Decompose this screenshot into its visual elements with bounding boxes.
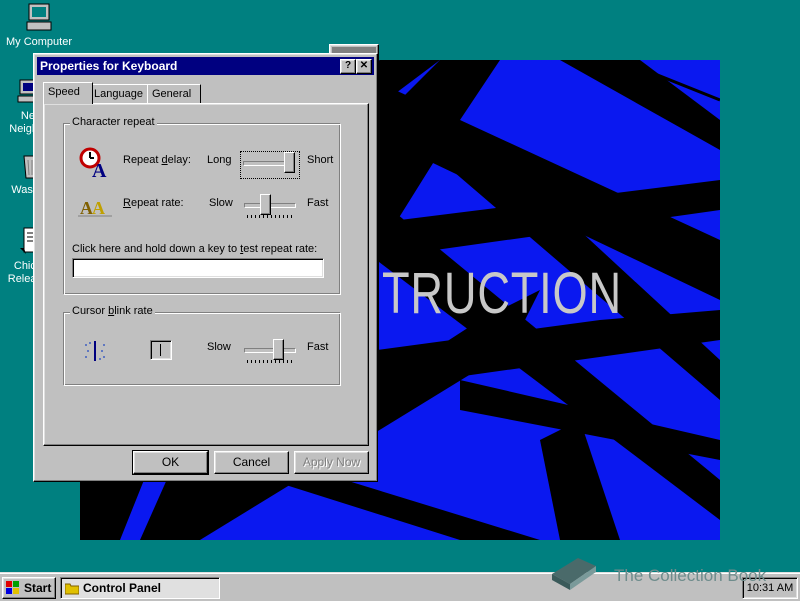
repeat-test-input[interactable] — [72, 258, 324, 278]
book-icon — [548, 552, 600, 592]
windows-logo-icon — [6, 581, 20, 595]
button-label: OK — [161, 455, 180, 469]
repeat-delay-min-label: Long — [207, 154, 232, 166]
label-part: epeat rate: — [130, 197, 184, 209]
cancel-button[interactable]: Cancel — [214, 451, 289, 474]
repeat-delay-max-label: Short — [307, 154, 334, 166]
slider-track — [244, 348, 296, 353]
repeat-rate-max-label: Fast — [307, 197, 329, 209]
group-title: Cursor blink rate — [70, 305, 155, 317]
character-repeat-group: Character repeat A Repeat delay: Long Sh… — [63, 116, 341, 295]
desktop-icon-my-computer[interactable]: My Computer — [2, 2, 76, 48]
dialog-title: Properties for Keyboard — [40, 59, 178, 73]
label-part: est repeat rate: — [243, 243, 318, 255]
keyboard-properties-dialog: Properties for Keyboard ? ✕ Speed Langua… — [33, 53, 378, 482]
help-icon: ? — [344, 60, 352, 71]
cursor-blink-animation-icon — [80, 339, 112, 363]
folder-icon — [64, 581, 80, 595]
desktop-icon-label: My Computer — [5, 36, 73, 48]
tab-label: Language — [94, 88, 143, 100]
tab-speed[interactable]: Speed — [43, 82, 93, 104]
tab-general[interactable]: General — [147, 84, 201, 103]
blinking-cursor — [160, 344, 161, 356]
tab-language[interactable]: Language — [89, 84, 151, 103]
slider-ticks — [247, 360, 293, 363]
wallpaper-text: TRUCTION — [382, 261, 622, 326]
label-part: Repeat — [123, 154, 162, 166]
start-label: Start — [24, 581, 52, 595]
cursor-blink-group: Cursor blink rate Slow Fast — [63, 305, 341, 386]
cursor-blink-max-label: Fast — [307, 341, 329, 353]
button-label: Apply Now — [302, 455, 361, 469]
tab-label: Speed — [48, 86, 80, 98]
repeat-delay-icon: A — [78, 146, 112, 182]
test-repeat-prompt: Click here and hold down a key to test r… — [72, 243, 317, 255]
label-part: elay: — [167, 154, 191, 166]
slider-ticks — [247, 215, 293, 218]
label-part: Click here and hold down a key to — [72, 243, 241, 255]
button-label: Cancel — [232, 455, 271, 469]
ok-button[interactable]: OK — [132, 450, 209, 475]
dialog-titlebar[interactable]: Properties for Keyboard ? ✕ — [37, 57, 374, 75]
apply-now-button[interactable]: Apply Now — [294, 451, 369, 474]
close-icon: ✕ — [359, 60, 369, 71]
tab-label: General — [152, 88, 192, 100]
svg-text:A: A — [92, 198, 105, 218]
slider-thumb[interactable] — [273, 339, 284, 360]
svg-text:A: A — [92, 160, 107, 178]
label-part: link rate — [114, 305, 153, 317]
watermark-text: The Collection Book — [614, 566, 767, 585]
label-part: Cursor — [72, 305, 109, 317]
taskbar-item-control-panel[interactable]: Control Panel — [60, 577, 220, 599]
watermark: The Collection Book — [548, 552, 788, 592]
taskbar-item-label: Control Panel — [83, 581, 162, 595]
group-title: Character repeat — [70, 116, 157, 128]
cursor-blink-slider[interactable] — [244, 339, 296, 363]
label-mnemonic: R — [123, 197, 131, 209]
repeat-delay-label: Repeat delay: — [123, 154, 191, 166]
cursor-blink-min-label: Slow — [207, 341, 231, 353]
start-button[interactable]: Start — [2, 577, 56, 599]
cursor-blink-preview — [150, 340, 172, 360]
repeat-rate-icon: AA — [78, 194, 112, 218]
computer-icon — [23, 2, 55, 34]
repeat-rate-label: Repeat rate: — [123, 197, 184, 209]
slider-thumb[interactable] — [260, 194, 271, 215]
repeat-delay-slider[interactable] — [243, 152, 295, 176]
repeat-rate-min-label: Slow — [209, 197, 233, 209]
speed-tab-panel: Character repeat A Repeat delay: Long Sh… — [43, 103, 369, 446]
slider-thumb[interactable] — [284, 152, 295, 173]
repeat-rate-slider[interactable] — [244, 194, 296, 218]
close-button[interactable]: ✕ — [356, 59, 372, 74]
help-button[interactable]: ? — [340, 59, 356, 74]
